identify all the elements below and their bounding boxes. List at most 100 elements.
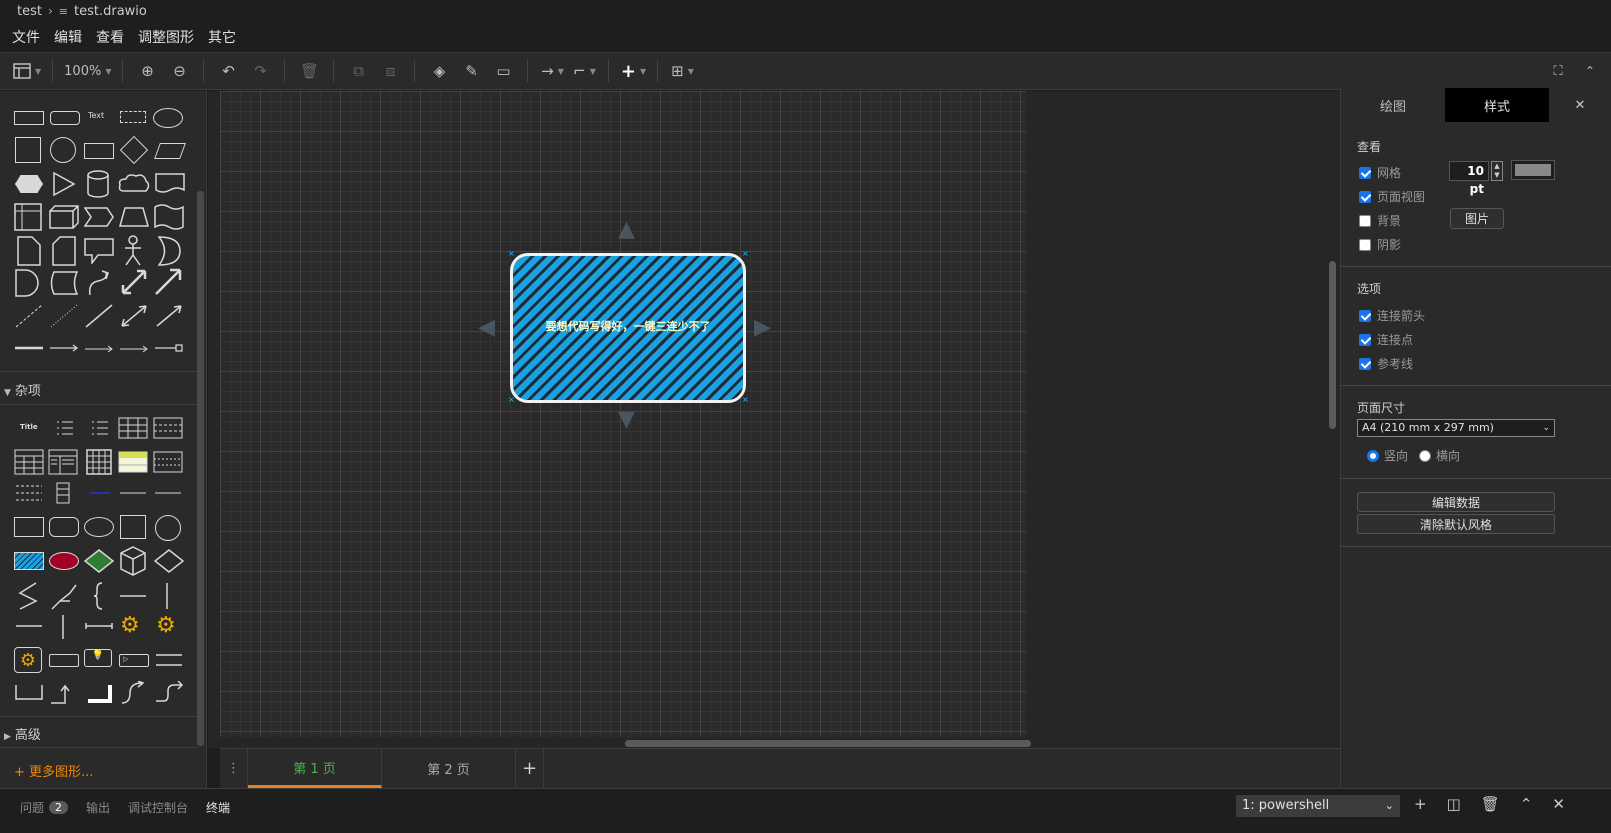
guides-checkbox[interactable] xyxy=(1359,357,1371,370)
connect-arrow-left-icon[interactable]: ◀ xyxy=(478,315,495,340)
shape-bulb-card[interactable]: 💡 xyxy=(84,649,112,667)
shape-grid-table[interactable] xyxy=(86,449,112,475)
shape-step[interactable] xyxy=(84,207,114,227)
selected-shape[interactable]: 要想代码写得好，一键三连少不了 xyxy=(510,253,746,403)
tab-output[interactable]: 输出 xyxy=(86,799,110,816)
fill-color-button[interactable]: ◈ xyxy=(426,58,452,84)
connect-arrow-right-icon[interactable]: ▶ xyxy=(754,315,771,340)
shape-bidirectional-connector[interactable] xyxy=(119,303,149,329)
delete-button[interactable]: 🗑 xyxy=(296,58,322,84)
shape-table-header[interactable] xyxy=(14,449,44,475)
shape-bracket[interactable] xyxy=(14,683,44,703)
resize-handle-sw[interactable]: × xyxy=(508,396,515,404)
shape-or[interactable] xyxy=(158,236,182,266)
shape-bullet-list[interactable] xyxy=(55,419,75,437)
shape-card[interactable] xyxy=(52,236,76,266)
shape-curved-arrow-2[interactable] xyxy=(154,681,184,705)
shape-rect-misc[interactable] xyxy=(14,517,44,537)
add-page-button[interactable]: + xyxy=(516,749,544,788)
gear-icon[interactable]: ⚙ xyxy=(156,613,176,638)
section-misc-header[interactable]: ▼ 杂项 xyxy=(4,380,41,399)
grid-size-input[interactable]: 10 pt xyxy=(1449,161,1489,196)
shape-link-source[interactable] xyxy=(154,343,184,353)
insert-button[interactable]: + ▼ xyxy=(620,58,646,84)
shape-link-arrow[interactable] xyxy=(49,343,79,353)
page-tab-2[interactable]: 第 2 页 xyxy=(382,749,516,788)
resize-handle-se[interactable]: × xyxy=(742,396,749,404)
shape-elbow-bold[interactable] xyxy=(84,683,114,705)
table-button[interactable]: ⊞ ▼ xyxy=(669,58,695,84)
shape-directional-connector[interactable] xyxy=(154,303,184,329)
zoom-out-button[interactable]: ⊖ xyxy=(166,58,192,84)
terminal-select[interactable]: 1: powershell ⌄ xyxy=(1236,795,1400,817)
tab-style[interactable]: 样式 xyxy=(1445,88,1549,122)
portrait-option[interactable]: 竖向 xyxy=(1367,447,1408,464)
shape-table-colored[interactable] xyxy=(118,451,148,473)
tab-debug-console[interactable]: 调试控制台 xyxy=(128,799,188,816)
to-front-button[interactable]: ⧉ xyxy=(345,58,371,84)
menu-edit[interactable]: 编辑 xyxy=(54,27,82,47)
resize-handle-nw[interactable]: × xyxy=(508,250,515,258)
background-checkbox[interactable] xyxy=(1359,214,1371,227)
new-terminal-icon[interactable]: + xyxy=(1414,795,1427,813)
connection-points-option[interactable]: 连接点 xyxy=(1359,331,1413,348)
shape-rhombus[interactable] xyxy=(154,549,184,573)
shape-cloud[interactable] xyxy=(118,173,150,195)
shape-cube[interactable] xyxy=(49,205,79,229)
shape-title[interactable]: Title xyxy=(20,423,38,431)
shape-brace[interactable] xyxy=(92,581,106,611)
shape-parallelogram[interactable] xyxy=(154,143,186,159)
shape-hline-2[interactable] xyxy=(14,621,44,631)
shape-arrow[interactable] xyxy=(153,267,183,297)
shape-internal-storage[interactable] xyxy=(14,203,42,231)
fullscreen-button[interactable]: ⛶ xyxy=(1545,58,1571,84)
clear-default-style-button[interactable]: 清除默认风格 xyxy=(1357,514,1555,534)
edit-data-button[interactable]: 编辑数据 xyxy=(1357,492,1555,512)
shape-play-card[interactable]: ▷ xyxy=(119,654,149,667)
shape-list-dashes[interactable] xyxy=(14,483,44,503)
shape-curved-arrow[interactable] xyxy=(86,269,114,297)
grid-color-swatch[interactable] xyxy=(1511,160,1555,180)
shape-rounded-rectangle[interactable] xyxy=(50,111,80,125)
background-image-button[interactable]: 图片 xyxy=(1450,208,1504,229)
menu-arrange[interactable]: 调整图形 xyxy=(138,27,194,47)
shape-text[interactable]: Text xyxy=(88,111,104,120)
grid-option[interactable]: 网格 xyxy=(1359,164,1401,181)
shape-rounded-misc[interactable] xyxy=(49,517,79,537)
shape-red-ellipse[interactable] xyxy=(49,552,79,570)
landscape-option[interactable]: 横向 xyxy=(1419,447,1460,464)
shape-s-curve[interactable] xyxy=(16,581,42,611)
shape-elbow-arrow[interactable] xyxy=(49,683,79,705)
shape-textbox[interactable] xyxy=(120,111,146,123)
shape-numbered-list[interactable] xyxy=(90,419,110,437)
trash-icon[interactable]: 🗑 xyxy=(1481,795,1500,813)
redo-button[interactable]: ↷ xyxy=(247,58,273,84)
shape-vline-2[interactable] xyxy=(58,613,68,641)
shape-vline[interactable] xyxy=(162,581,172,611)
page-view-checkbox[interactable] xyxy=(1359,190,1371,203)
shape-double-line[interactable] xyxy=(154,651,184,669)
tab-problems[interactable]: 问题 2 xyxy=(20,799,69,816)
tab-diagram[interactable]: 绘图 xyxy=(1341,88,1445,122)
shape-dashed-line[interactable] xyxy=(14,303,44,329)
section-advanced-header[interactable]: ▶ 高级 xyxy=(4,724,41,743)
shadow-option[interactable]: 阴影 xyxy=(1359,236,1401,253)
shape-hexagon[interactable] xyxy=(15,175,43,193)
shape-triangle[interactable] xyxy=(52,171,76,197)
sidebar-scrollbar[interactable] xyxy=(197,191,204,746)
shape-hatched-rect[interactable] xyxy=(14,552,44,570)
tab-terminal[interactable]: 终端 xyxy=(206,799,230,816)
maximize-panel-icon[interactable]: ⌃ xyxy=(1520,795,1533,813)
zoom-in-button[interactable]: ⊕ xyxy=(134,58,160,84)
shape-process[interactable] xyxy=(84,143,114,159)
shape-ellipse-misc[interactable] xyxy=(84,517,114,537)
canvas-horizontal-scrollbar[interactable] xyxy=(625,740,1031,747)
shape-link-text[interactable] xyxy=(88,489,112,497)
close-panel-button[interactable]: ✕ xyxy=(1549,88,1611,122)
connection-arrows-option[interactable]: 连接箭头 xyxy=(1359,307,1425,324)
shape-link-labels[interactable] xyxy=(119,343,149,353)
shape-line[interactable] xyxy=(84,303,114,329)
connect-arrow-down-icon[interactable]: ▼ xyxy=(618,407,635,432)
paper-size-select[interactable]: A4 (210 mm x 297 mm) ⌄ xyxy=(1357,419,1555,437)
pages-menu-button[interactable]: ⋮ xyxy=(220,749,248,788)
